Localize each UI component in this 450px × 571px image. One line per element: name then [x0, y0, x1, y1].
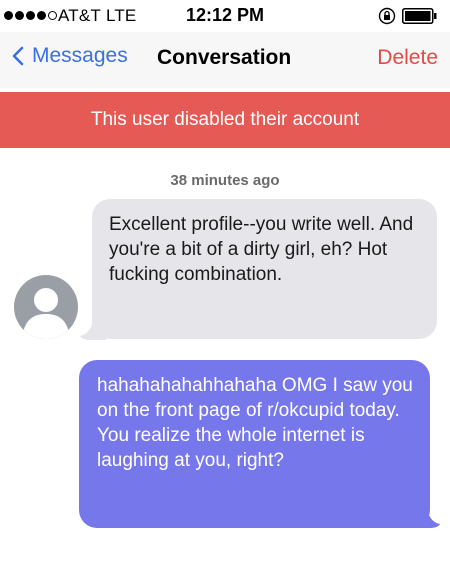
message-text: hahahahahahhahaha OMG I saw you on the f… — [97, 375, 413, 471]
battery-icon — [402, 8, 438, 29]
account-disabled-banner: This user disabled their account — [0, 92, 450, 148]
avatar[interactable] — [14, 275, 78, 339]
incoming-message-bubble[interactable]: Excellent profile--you write well. And y… — [92, 199, 437, 339]
back-button-label: Messages — [32, 44, 128, 67]
outgoing-message-bubble[interactable]: hahahahahahhahaha OMG I saw you on the f… — [79, 360, 430, 528]
message-text: Excellent profile--you write well. And y… — [109, 214, 414, 285]
page-title: Conversation — [157, 46, 292, 69]
status-bar: AT&T LTE 12:12 PM — [0, 0, 450, 32]
delete-button[interactable]: Delete — [377, 46, 438, 70]
message-timestamp: 38 minutes ago — [170, 172, 280, 189]
chevron-left-icon — [12, 46, 24, 66]
navigation-bar: Messages Conversation Delete — [0, 32, 450, 88]
back-button[interactable]: Messages — [12, 44, 128, 68]
banner-text: This user disabled their account — [90, 109, 360, 130]
person-silhouette-icon — [22, 288, 70, 339]
rotation-lock-icon — [378, 7, 396, 30]
